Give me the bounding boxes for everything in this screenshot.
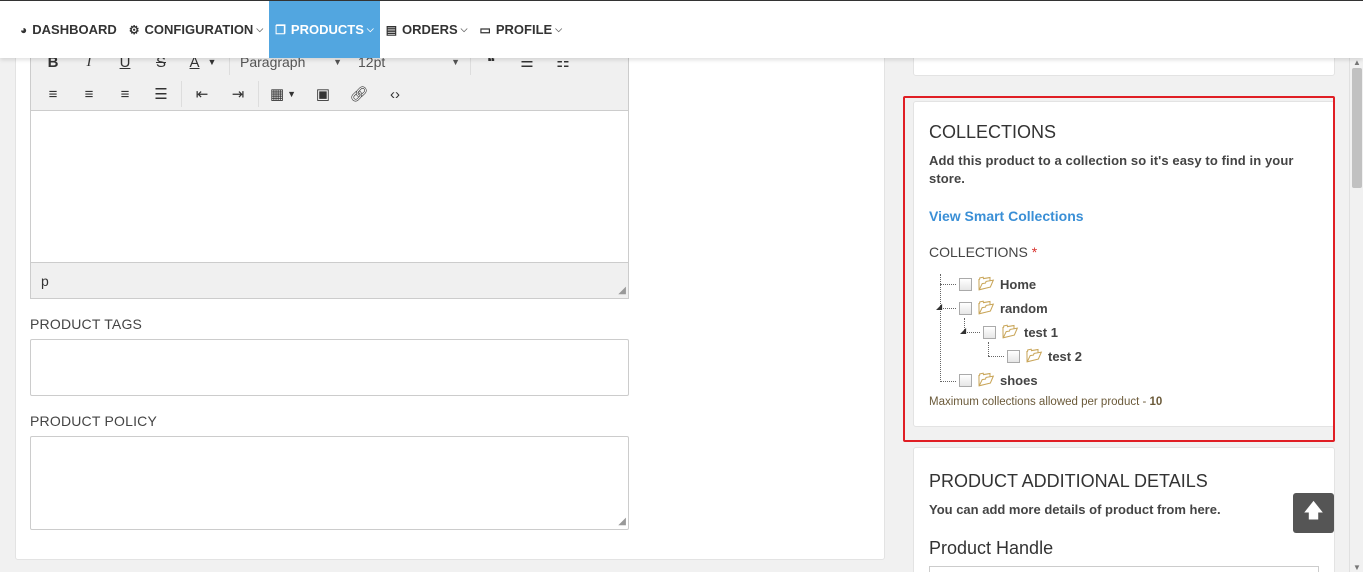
tree-expand-icon[interactable]: ◢ xyxy=(960,326,966,335)
tree-connector xyxy=(988,342,989,356)
scroll-up-icon[interactable]: ▲ xyxy=(1353,58,1361,67)
max-collections-value: 10 xyxy=(1149,396,1163,408)
justify-button[interactable]: ☰ xyxy=(143,79,179,109)
tree-connector xyxy=(940,284,956,285)
collections-title: COLLECTIONS xyxy=(929,122,1057,142)
element-path[interactable]: p xyxy=(41,273,49,289)
highlight-box xyxy=(903,96,1335,442)
chevron-down-icon: ⌵ xyxy=(460,24,468,34)
arrow-up-icon: 🡅 xyxy=(1303,500,1324,522)
editor-content-area[interactable] xyxy=(31,111,628,262)
nav-label: PROFILE xyxy=(495,22,553,37)
tree-connector xyxy=(964,332,980,333)
tree-connector xyxy=(940,274,941,382)
align-left-button[interactable]: ≡ xyxy=(35,79,71,109)
tree-item-label: test 1 xyxy=(1024,324,1058,340)
required-mark: * xyxy=(1031,244,1038,260)
gear-icon: ⚙ xyxy=(128,22,140,37)
view-smart-collections-link[interactable]: View Smart Collections xyxy=(929,208,1084,224)
product-policy-textarea[interactable]: ◢ xyxy=(30,436,629,530)
dashboard-icon: ◕ xyxy=(20,22,28,37)
copy-icon: ❐ xyxy=(275,22,286,37)
align-center-button[interactable]: ≡ xyxy=(71,79,107,109)
nav-label: CONFIGURATION xyxy=(144,22,254,37)
tree-item-home[interactable]: 📂︎ Home xyxy=(959,274,1036,294)
tree-item-label: shoes xyxy=(1000,372,1038,388)
product-handle-input[interactable] xyxy=(929,566,1319,572)
tree-item-label: random xyxy=(1000,300,1048,316)
nav-label: DASHBOARD xyxy=(32,22,117,37)
folder-icon: 📂︎ xyxy=(978,372,995,387)
tree-connector xyxy=(988,356,1004,357)
tree-connector xyxy=(940,308,956,309)
product-policy-label: PRODUCT POLICY xyxy=(30,413,158,429)
tree-item-random[interactable]: 📂︎ random xyxy=(959,298,1048,318)
tree-item-shoes[interactable]: 📂︎ shoes xyxy=(959,370,1038,390)
product-tags-label: PRODUCT TAGS xyxy=(30,316,143,332)
collections-label-text: COLLECTIONS xyxy=(929,244,1028,260)
rich-text-editor: B I U S A ▼ Paragraph ▼ 12pt ▼ ❝ ☰ ☷ ≡ ≡ ≡ … xyxy=(30,40,629,299)
chevron-down-icon: ⌵ xyxy=(256,24,264,34)
table-button[interactable]: ▦ ▼ xyxy=(261,79,305,109)
tree-expand-icon[interactable]: ◢ xyxy=(936,302,942,311)
scroll-down-icon[interactable]: ▼ xyxy=(1353,563,1361,572)
collection-checkbox[interactable] xyxy=(959,373,972,387)
id-card-icon: ▭ xyxy=(479,22,491,37)
toolbar-row-2: ≡ ≡ ≡ ☰ ⇤ ⇥ ▦ ▼ ▣ 🔗︎ ‹› xyxy=(35,78,413,110)
outdent-button[interactable]: ⇤ xyxy=(184,79,220,109)
chevron-down-icon: ⌵ xyxy=(555,24,563,34)
resize-handle-icon[interactable]: ◢ xyxy=(618,285,626,296)
nav-label: PRODUCTS xyxy=(290,22,364,37)
nav-dashboard[interactable]: ◕ DASHBOARD xyxy=(14,1,123,58)
link-button[interactable]: 🔗︎ xyxy=(341,79,377,109)
max-collections-text: Maximum collections allowed per product … xyxy=(929,396,1150,408)
collections-description: Add this product to a collection so it's… xyxy=(929,153,1294,186)
source-code-button[interactable]: ‹› xyxy=(377,79,413,109)
tree-item-label: Home xyxy=(1000,276,1037,292)
folder-icon: 📂︎ xyxy=(978,300,995,315)
nav-label: ORDERS xyxy=(402,22,458,37)
folder-icon: 📂︎ xyxy=(1026,348,1043,363)
tree-connector xyxy=(940,381,956,382)
back-to-top-button[interactable]: 🡅 xyxy=(1293,493,1334,533)
chevron-down-icon: ⌵ xyxy=(366,24,374,34)
resize-handle-icon[interactable]: ◢ xyxy=(618,516,626,527)
top-nav: ◕ DASHBOARD ⚙ CONFIGURATION ⌵ ❐ PRODUCTS… xyxy=(0,0,1363,58)
clipboard-icon: ▤ xyxy=(385,22,398,37)
tree-item-test-2[interactable]: 📂︎ test 2 xyxy=(1007,346,1082,366)
nav-orders[interactable]: ▤ ORDERS ⌵ xyxy=(380,1,474,58)
align-right-button[interactable]: ≡ xyxy=(107,79,143,109)
folder-icon: 📂︎ xyxy=(1002,324,1019,339)
indent-button[interactable]: ⇥ xyxy=(220,79,256,109)
nav-profile[interactable]: ▭ PROFILE ⌵ xyxy=(474,1,569,58)
scrollbar-thumb[interactable] xyxy=(1352,68,1362,188)
product-tags-input[interactable] xyxy=(30,339,629,396)
toolbar-divider xyxy=(258,81,259,107)
additional-details-description: You can add more details of product from… xyxy=(929,502,1221,517)
max-collections-note: Maximum collections allowed per product … xyxy=(929,396,1162,408)
tree-item-label: test 2 xyxy=(1048,348,1082,364)
page-scrollbar[interactable]: ▲ ▼ xyxy=(1349,58,1363,572)
product-handle-label: Product Handle xyxy=(929,538,1054,558)
media-button[interactable]: ▣ xyxy=(305,79,341,109)
tree-item-test-1[interactable]: 📂︎ test 1 xyxy=(983,322,1058,342)
nav-products[interactable]: ❐ PRODUCTS ⌵ xyxy=(269,1,380,58)
collection-checkbox[interactable] xyxy=(959,301,972,315)
collection-checkbox[interactable] xyxy=(983,325,996,339)
nav-configuration[interactable]: ⚙ CONFIGURATION ⌵ xyxy=(123,1,269,58)
folder-icon: 📂︎ xyxy=(978,276,995,291)
editor-statusbar: p ◢ xyxy=(31,262,628,298)
collections-field-label: COLLECTIONS * xyxy=(929,244,1037,260)
toolbar-divider xyxy=(181,81,182,107)
collection-checkbox[interactable] xyxy=(959,277,972,291)
collection-checkbox[interactable] xyxy=(1007,349,1020,363)
additional-details-title: PRODUCT ADDITIONAL DETAILS xyxy=(929,471,1208,491)
